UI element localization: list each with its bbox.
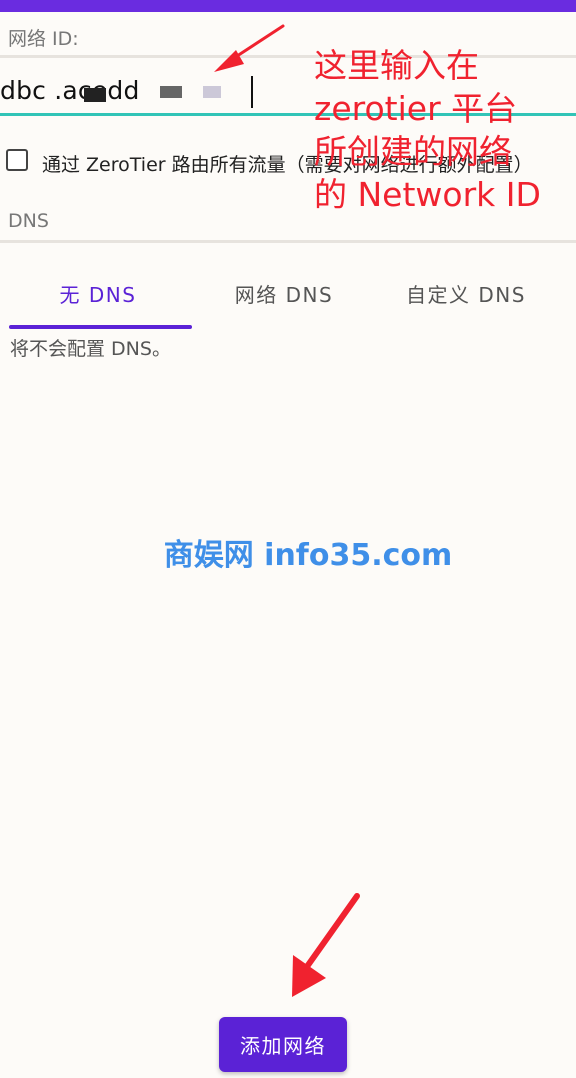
arrow-pointer-icon bbox=[214, 24, 285, 72]
add-network-button[interactable]: 添加网络 bbox=[219, 1017, 347, 1072]
watermark: 商娱网 info35.com bbox=[163, 538, 453, 573]
arrow-pointer-icon bbox=[292, 893, 360, 997]
